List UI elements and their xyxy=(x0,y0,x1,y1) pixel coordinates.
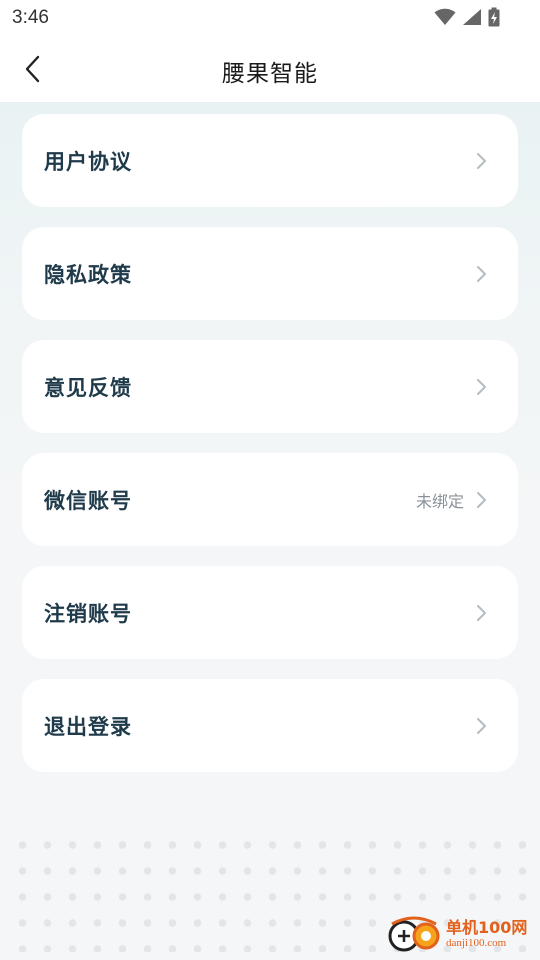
signal-icon xyxy=(463,9,481,25)
content-area: 用户协议 隐私政策 意见反馈 微信账号 未绑定 注销账号 退出登录 xyxy=(0,102,540,960)
menu-item-label: 隐私政策 xyxy=(44,262,132,287)
chevron-right-icon xyxy=(477,265,486,282)
status-bar: 3:46 xyxy=(0,0,540,36)
page-title: 腰果智能 xyxy=(222,61,318,87)
menu-item-logout[interactable]: 退出登录 xyxy=(22,679,518,772)
battery-charging-icon xyxy=(488,7,500,27)
watermark-name: 单机100网 xyxy=(446,917,528,937)
menu-item-label: 退出登录 xyxy=(44,714,132,739)
menu-item-wechat-account[interactable]: 微信账号 未绑定 xyxy=(22,453,518,546)
watermark-logo-icon xyxy=(388,916,440,952)
app-bar: 腰果智能 xyxy=(0,36,540,102)
menu-item-label: 微信账号 xyxy=(44,488,132,513)
wifi-icon xyxy=(434,8,456,25)
menu-item-delete-account[interactable]: 注销账号 xyxy=(22,566,518,659)
watermark: 单机100网 danji100.com xyxy=(384,912,534,956)
status-icons xyxy=(434,7,500,27)
chevron-right-icon xyxy=(477,378,486,395)
watermark-text: 单机100网 danji100.com xyxy=(446,917,528,950)
settings-list: 用户协议 隐私政策 意见反馈 微信账号 未绑定 注销账号 退出登录 xyxy=(22,114,518,792)
watermark-url: danji100.com xyxy=(446,936,507,949)
menu-item-feedback[interactable]: 意见反馈 xyxy=(22,340,518,433)
menu-item-label: 注销账号 xyxy=(44,601,132,626)
menu-item-label: 意见反馈 xyxy=(44,375,132,400)
chevron-right-icon xyxy=(477,152,486,169)
status-time: 3:46 xyxy=(12,7,49,28)
menu-item-label: 用户协议 xyxy=(44,149,132,174)
chevron-right-icon xyxy=(477,604,486,621)
menu-item-user-agreement[interactable]: 用户协议 xyxy=(22,114,518,207)
chevron-right-icon xyxy=(477,491,486,508)
menu-item-privacy-policy[interactable]: 隐私政策 xyxy=(22,227,518,320)
wechat-bind-status: 未绑定 xyxy=(415,491,464,511)
chevron-right-icon xyxy=(477,717,486,734)
